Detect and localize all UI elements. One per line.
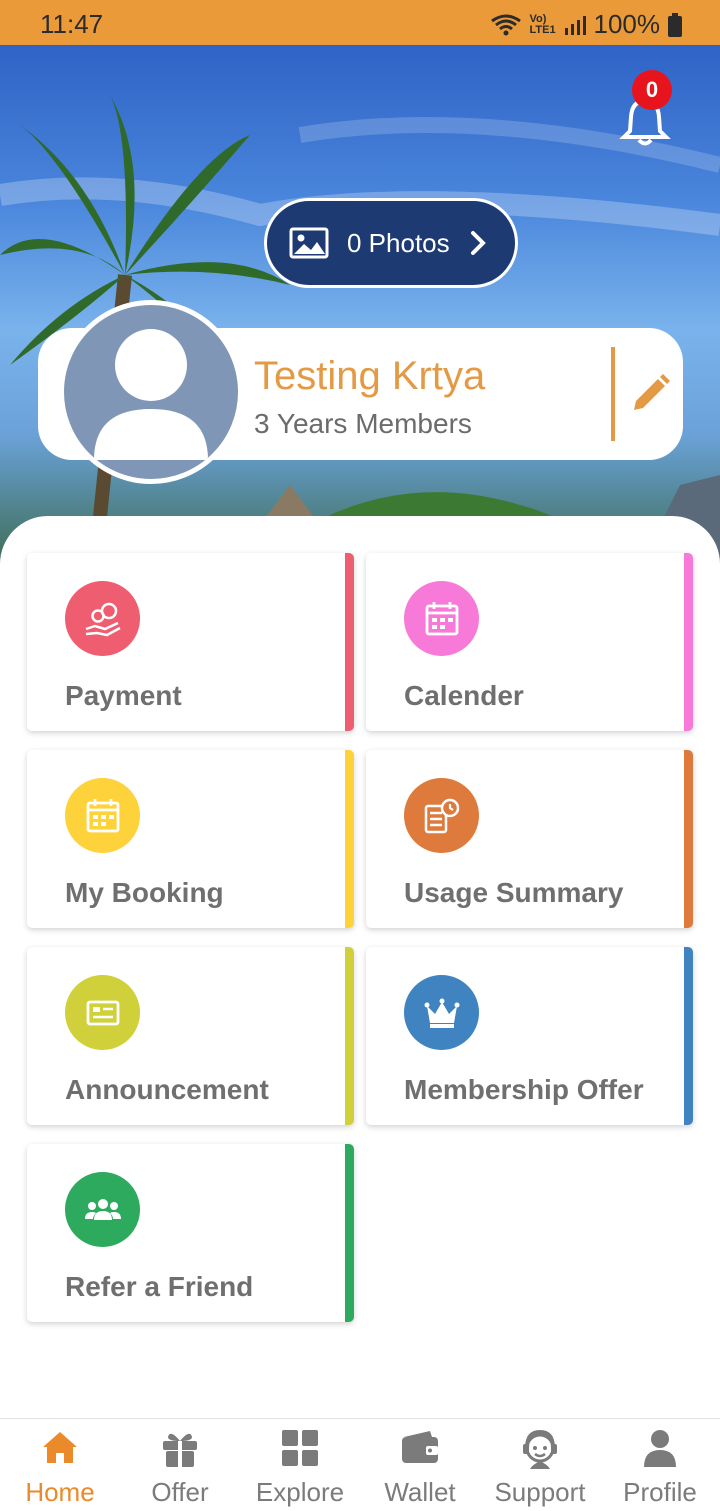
announcement-icon	[65, 975, 140, 1050]
tile-my-booking[interactable]: My Booking	[27, 750, 354, 928]
nav-support[interactable]: Support	[480, 1419, 600, 1511]
tile-accent	[345, 750, 354, 928]
status-bar: 11:47 Vo) LTE1 100%	[0, 0, 720, 45]
tile-payment[interactable]: Payment	[27, 553, 354, 731]
network-label: Vo) LTE1	[529, 12, 556, 36]
tile-accent	[345, 947, 354, 1125]
tile-label: Membership Offer	[404, 1074, 644, 1105]
hero-background	[0, 45, 720, 565]
nav-label: Offer	[151, 1477, 209, 1507]
tile-accent	[684, 553, 693, 731]
user-name: Testing Krtya	[254, 354, 486, 398]
wallet-icon	[402, 1431, 438, 1463]
tile-label: Calender	[404, 680, 524, 711]
tile-usage-summary[interactable]: Usage Summary	[366, 750, 693, 928]
edit-pencil-icon[interactable]	[628, 372, 672, 416]
battery-icon	[668, 12, 682, 37]
nav-label: Wallet	[384, 1477, 456, 1507]
grid-icon	[282, 1430, 318, 1466]
tile-label: Payment	[65, 680, 182, 711]
nav-offer[interactable]: Offer	[120, 1419, 240, 1511]
chevron-right-icon	[470, 231, 486, 255]
avatar[interactable]	[59, 300, 243, 484]
tile-accent	[345, 553, 354, 731]
tile-announcement[interactable]: Announcement	[27, 947, 354, 1125]
payment-icon	[65, 581, 140, 656]
nav-label: Home	[25, 1477, 95, 1507]
status-icons: Vo) LTE1 100%	[490, 9, 682, 40]
wifi-icon	[490, 13, 522, 37]
user-avatar-icon	[94, 329, 208, 460]
tile-accent	[345, 1144, 354, 1322]
profile-icon	[644, 1430, 676, 1467]
tile-refer-a-friend[interactable]: Refer a Friend	[27, 1144, 354, 1322]
booking-icon	[65, 778, 140, 853]
edit-divider	[611, 347, 615, 441]
tile-label: My Booking	[65, 877, 224, 908]
tile-membership-offer[interactable]: Membership Offer	[366, 947, 693, 1125]
hero-scene-icon	[0, 95, 720, 565]
nav-wallet[interactable]: Wallet	[360, 1419, 480, 1511]
support-icon	[523, 1429, 557, 1469]
gift-icon	[163, 1433, 197, 1467]
tile-calendar[interactable]: Calender	[366, 553, 693, 731]
nav-label: Profile	[623, 1477, 697, 1507]
tile-label: Refer a Friend	[65, 1271, 254, 1302]
nav-label: Support	[494, 1477, 586, 1507]
tile-label: Announcement	[65, 1074, 269, 1105]
nav-home[interactable]: Home	[0, 1419, 120, 1511]
notification-count-badge[interactable]: 0	[632, 70, 672, 110]
signal-icon	[564, 14, 586, 36]
home-icon	[43, 1432, 77, 1463]
photos-label: 0 Photos	[347, 227, 450, 258]
bottom-navigation: Home Offer Explore Wallet Support Profil…	[0, 1418, 720, 1511]
tile-label: Usage Summary	[404, 877, 624, 908]
image-icon	[289, 227, 329, 259]
nav-explore[interactable]: Explore	[240, 1419, 360, 1511]
usage-icon	[404, 778, 479, 853]
photos-button[interactable]: 0 Photos	[264, 198, 518, 288]
membership-duration: 3 Years Members	[254, 408, 472, 439]
status-time: 11:47	[40, 9, 104, 39]
tile-accent	[684, 750, 693, 928]
nav-label: Explore	[255, 1477, 345, 1507]
crown-icon	[404, 975, 479, 1050]
calendar-icon	[404, 581, 479, 656]
tile-accent	[684, 947, 693, 1125]
group-icon	[65, 1172, 140, 1247]
battery-level: 100%	[593, 9, 661, 39]
nav-profile[interactable]: Profile	[600, 1419, 720, 1511]
